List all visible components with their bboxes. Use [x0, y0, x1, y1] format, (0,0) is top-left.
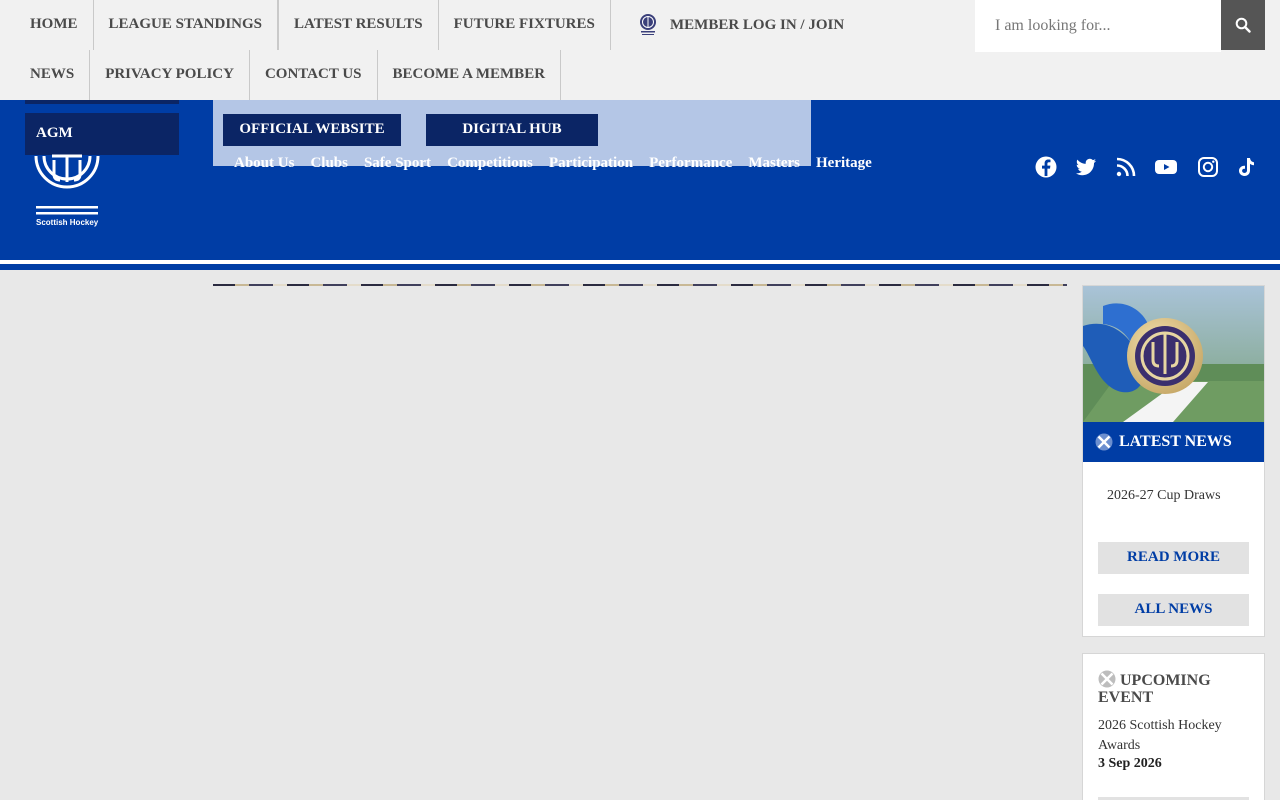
top-navigation: HOME LEAGUE STANDINGS LATEST RESULTS FUT…: [0, 0, 1280, 100]
subnav-competitions[interactable]: Competitions: [447, 155, 533, 172]
menu-bar-edge: [25, 100, 179, 104]
youtube-icon[interactable]: [1154, 155, 1178, 179]
subnav-participation[interactable]: Participation: [549, 155, 633, 172]
subnav-masters[interactable]: Masters: [748, 155, 800, 172]
nav-home[interactable]: HOME: [15, 0, 94, 50]
subnav-heritage[interactable]: Heritage: [816, 155, 872, 172]
agm-button[interactable]: AGM: [25, 113, 179, 155]
subnav-about-us[interactable]: About Us: [234, 155, 294, 172]
official-website-button[interactable]: OFFICIAL WEBSITE: [223, 114, 401, 146]
latest-news-title: LATEST NEWS: [1119, 433, 1232, 450]
all-news-button[interactable]: ALL NEWS: [1098, 594, 1249, 626]
crest-icon: [640, 14, 656, 35]
search-button[interactable]: [1221, 0, 1265, 50]
nav-become-member[interactable]: BECOME A MEMBER: [378, 50, 562, 100]
subnav-performance[interactable]: Performance: [649, 155, 732, 172]
member-login-label: MEMBER LOG IN / JOIN: [670, 16, 845, 33]
top-nav-row-1: HOME LEAGUE STANDINGS LATEST RESULTS FUT…: [15, 0, 611, 50]
tiktok-icon[interactable]: [1234, 155, 1258, 179]
nav-contact-us[interactable]: CONTACT US: [250, 50, 378, 100]
top-nav-row-2: NEWS PRIVACY POLICY CONTACT US BECOME A …: [15, 50, 562, 100]
twitter-icon[interactable]: [1074, 155, 1098, 179]
nav-privacy-policy[interactable]: PRIVACY POLICY: [90, 50, 250, 100]
latest-news-heading: LATEST NEWS: [1083, 422, 1264, 462]
latest-news-card: LATEST NEWS 2026-27 Cup Draws READ MORE …: [1082, 285, 1265, 637]
header-subnav: About Us Clubs Safe Sport Competitions P…: [234, 155, 872, 172]
logo-text: Scottish Hockey: [36, 218, 99, 227]
subnav-clubs[interactable]: Clubs: [310, 155, 348, 172]
digital-hub-button[interactable]: DIGITAL HUB: [426, 114, 598, 146]
news-article-link[interactable]: 2026-27 Cup Draws: [1107, 488, 1221, 504]
search-icon: [1235, 17, 1251, 33]
search-input[interactable]: [975, 0, 1221, 52]
read-more-button[interactable]: READ MORE: [1098, 542, 1249, 574]
news-image[interactable]: [1083, 286, 1264, 422]
member-login-link[interactable]: MEMBER LOG IN / JOIN: [638, 0, 844, 50]
subnav-safe-sport[interactable]: Safe Sport: [364, 155, 431, 172]
facebook-icon[interactable]: [1034, 155, 1058, 179]
rss-icon[interactable]: [1114, 155, 1138, 179]
instagram-icon[interactable]: [1196, 155, 1220, 179]
saltire-icon: [1095, 433, 1113, 451]
saltire-icon: [1098, 670, 1116, 688]
event-date: 3 Sep 2026: [1098, 756, 1162, 771]
nav-news[interactable]: NEWS: [15, 50, 91, 100]
medal-photo: [1083, 286, 1264, 422]
nav-league-standings[interactable]: LEAGUE STANDINGS: [94, 0, 279, 50]
nav-latest-results[interactable]: LATEST RESULTS: [278, 0, 439, 50]
nav-future-fixtures[interactable]: FUTURE FIXTURES: [439, 0, 611, 50]
hero-image-edge: [213, 284, 1067, 286]
upcoming-event-heading: UPCOMING EVENT: [1098, 670, 1248, 706]
event-name[interactable]: 2026 Scottish Hockey Awards: [1098, 716, 1248, 756]
upcoming-event-card: UPCOMING EVENT 2026 Scottish Hockey Awar…: [1082, 653, 1265, 800]
header-stripe: [0, 264, 1280, 270]
